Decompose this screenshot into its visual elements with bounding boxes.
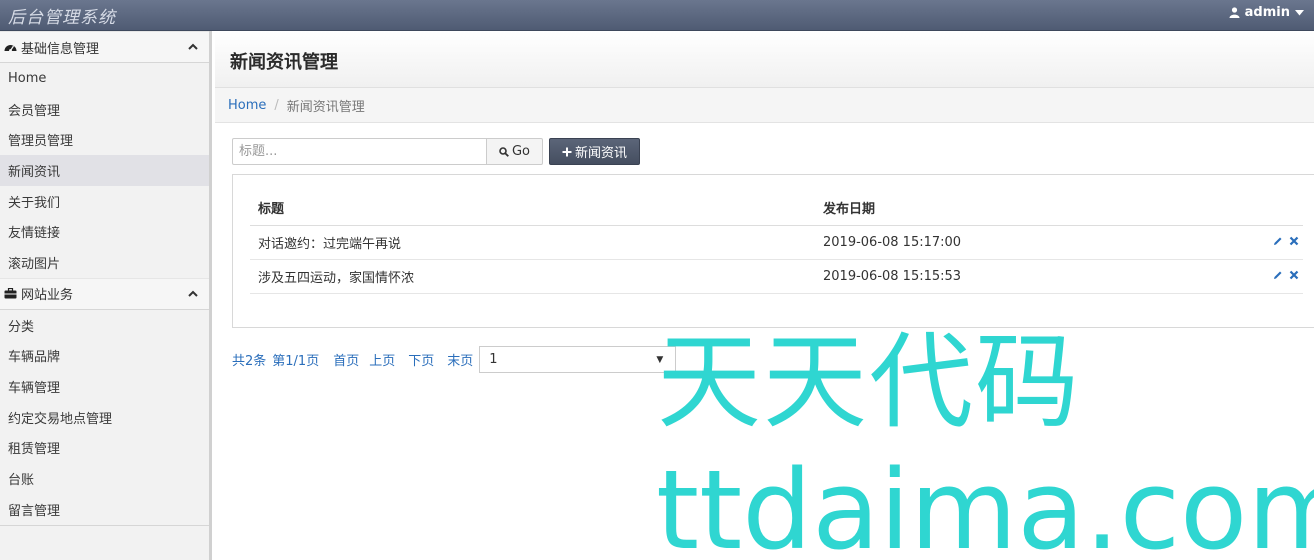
search-icon bbox=[499, 146, 509, 157]
table-row: 涉及五四运动，家国情怀浓 2019-06-08 15:15:53 bbox=[250, 259, 1303, 294]
row-title: 涉及五四运动，家国情怀浓 bbox=[250, 259, 815, 294]
watermark-cn: 天天代码 bbox=[657, 321, 1082, 443]
news-table-panel: 标题 发布日期 对话邀约：过完端午再说 2019-06-08 15:17:00 bbox=[232, 174, 1314, 328]
sidebar-item-meeting-place[interactable]: 约定交易地点管理 bbox=[0, 402, 209, 433]
sidebar: 基础信息管理 Home 会员管理 管理员管理 新闻资讯 关于我们 友情链接 滚动… bbox=[0, 31, 212, 560]
search-toolbar: Go 新闻资讯 bbox=[232, 138, 641, 165]
app-title: 后台管理系统 bbox=[8, 8, 116, 28]
user-icon bbox=[1229, 7, 1240, 18]
dashboard-icon bbox=[3, 40, 17, 54]
row-actions bbox=[1255, 259, 1303, 294]
sidebar-item-admins[interactable]: 管理员管理 bbox=[0, 124, 209, 155]
pager-first-link[interactable]: 首页 bbox=[333, 350, 359, 369]
page-select[interactable]: 1 ▼ bbox=[479, 346, 677, 373]
pager-prev-link[interactable]: 上页 bbox=[369, 350, 395, 369]
search-input[interactable] bbox=[232, 138, 487, 165]
breadcrumb-current: 新闻资讯管理 bbox=[286, 99, 365, 115]
sidebar-item-home[interactable]: Home bbox=[0, 63, 209, 94]
row-date: 2019-06-08 15:15:53 bbox=[815, 259, 1255, 294]
sidebar-item-carousel[interactable]: 滚动图片 bbox=[0, 247, 209, 278]
news-table: 标题 发布日期 对话邀约：过完端午再说 2019-06-08 15:17:00 bbox=[250, 190, 1303, 294]
row-date: 2019-06-08 15:17:00 bbox=[815, 225, 1255, 260]
go-button[interactable]: Go bbox=[487, 138, 543, 165]
breadcrumb: Home / 新闻资讯管理 bbox=[215, 88, 1314, 123]
pager-last-link[interactable]: 末页 bbox=[447, 350, 473, 369]
column-header-date: 发布日期 bbox=[815, 190, 1255, 226]
sidebar-item-links[interactable]: 友情链接 bbox=[0, 216, 209, 247]
breadcrumb-separator: / bbox=[274, 97, 279, 113]
pager-total: 共2条 bbox=[232, 354, 267, 369]
edit-icon[interactable] bbox=[1273, 269, 1283, 284]
page-header: 新闻资讯管理 bbox=[215, 31, 1314, 88]
sidebar-item-members[interactable]: 会员管理 bbox=[0, 94, 209, 125]
edit-icon[interactable] bbox=[1273, 235, 1283, 250]
caret-down-icon bbox=[1295, 9, 1304, 15]
page-title: 新闻资讯管理 bbox=[230, 52, 338, 73]
sidebar-item-category[interactable]: 分类 bbox=[0, 310, 209, 341]
table-row: 对话邀约：过完端午再说 2019-06-08 15:17:00 bbox=[250, 225, 1303, 260]
sidebar-item-about[interactable]: 关于我们 bbox=[0, 186, 209, 217]
page-select-value: 1 bbox=[489, 352, 498, 367]
sidebar-item-vehicle-brand[interactable]: 车辆品牌 bbox=[0, 341, 209, 372]
add-news-button[interactable]: 新闻资讯 bbox=[549, 138, 641, 165]
pager-next-link[interactable]: 下页 bbox=[408, 350, 434, 369]
table-header-row: 标题 发布日期 bbox=[250, 190, 1303, 226]
plus-icon bbox=[562, 147, 572, 156]
pager-page-info: 第1/1页 bbox=[272, 354, 320, 369]
breadcrumb-home-link[interactable]: Home bbox=[228, 98, 266, 113]
sidebar-item-news[interactable]: 新闻资讯 bbox=[0, 155, 209, 186]
row-actions bbox=[1255, 225, 1303, 260]
watermark-en: ttdaima.com bbox=[656, 446, 1314, 560]
go-button-label: Go bbox=[511, 144, 531, 159]
sidebar-section-business[interactable]: 网站业务 bbox=[0, 277, 209, 310]
chevron-up-icon bbox=[188, 43, 198, 50]
column-header-actions bbox=[1255, 190, 1303, 226]
sidebar-section-basic-info[interactable]: 基础信息管理 bbox=[0, 31, 209, 63]
add-news-button-label: 新闻资讯 bbox=[575, 146, 628, 161]
delete-icon[interactable] bbox=[1289, 235, 1299, 250]
sidebar-item-ledger[interactable]: 台账 bbox=[0, 463, 209, 494]
chevron-up-icon bbox=[188, 290, 198, 297]
sidebar-item-messages[interactable]: 留言管理 bbox=[0, 494, 209, 525]
briefcase-icon bbox=[3, 287, 17, 301]
delete-icon[interactable] bbox=[1289, 269, 1299, 284]
sidebar-divider bbox=[0, 524, 209, 526]
user-menu[interactable]: admin bbox=[1229, 5, 1304, 20]
top-bar: 后台管理系统 admin bbox=[0, 0, 1314, 31]
sidebar-section-label: 基础信息管理 bbox=[21, 41, 100, 57]
sidebar-item-lease[interactable]: 租赁管理 bbox=[0, 433, 209, 464]
user-name: admin bbox=[1244, 5, 1290, 20]
pagination: 共2条 第1/1页 首页 上页 下页 末页 1 ▼ bbox=[232, 346, 677, 373]
row-title: 对话邀约：过完端午再说 bbox=[250, 225, 815, 260]
sidebar-item-vehicle-manage[interactable]: 车辆管理 bbox=[0, 371, 209, 402]
sidebar-section-label: 网站业务 bbox=[21, 288, 74, 304]
column-header-title: 标题 bbox=[250, 190, 815, 226]
